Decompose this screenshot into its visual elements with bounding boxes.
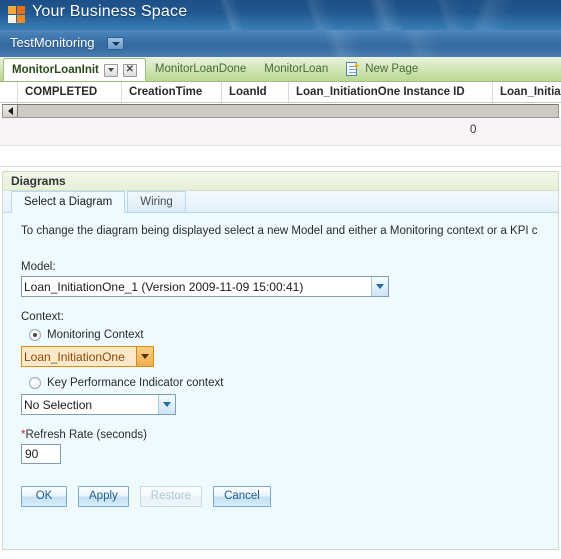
page-tab-label: New Page: [365, 63, 419, 75]
ok-button[interactable]: OK: [21, 486, 67, 507]
kpi-context-select[interactable]: No Selection: [21, 394, 176, 415]
scrollbar-track[interactable]: [18, 105, 558, 117]
table-header-row: COMPLETED CreationTime LoanId Loan_Initi…: [0, 82, 561, 103]
column-header-instance-id[interactable]: Loan_InitiationOne Instance ID: [289, 82, 493, 102]
radio-kpi-context-label: Key Performance Indicator context: [47, 377, 224, 389]
column-header-creationtime[interactable]: CreationTime: [122, 82, 222, 102]
portlet-title: Diagrams: [3, 172, 558, 191]
radio-monitoring-context[interactable]: [29, 329, 41, 341]
restore-button: Restore: [139, 486, 203, 507]
page-tab-new-page[interactable]: ✦ New Page: [337, 57, 427, 81]
space-bar: TestMonitoring: [0, 30, 561, 57]
app-banner: Your Business Space: [0, 0, 561, 30]
monitoring-context-radio-row[interactable]: Monitoring Context: [29, 329, 544, 341]
new-page-document-icon: ✦: [346, 61, 360, 77]
space-name-label: TestMonitoring: [10, 35, 95, 50]
portlet-tab-strip: Select a Diagram Wiring: [3, 191, 558, 213]
app-title: Your Business Space: [32, 3, 188, 20]
tab-wiring[interactable]: Wiring: [127, 191, 186, 212]
column-header-completed[interactable]: COMPLETED: [18, 82, 122, 102]
tab-menu-chevron-down-icon[interactable]: [103, 63, 118, 77]
portlet-body: To change the diagram being displayed se…: [3, 213, 558, 507]
kpi-context-select-wrapper: No Selection: [21, 394, 176, 415]
tab-label: Select a Diagram: [24, 196, 113, 208]
table-row-select-column-header: [0, 82, 18, 102]
table-footer: [0, 146, 561, 166]
monitoring-context-select-wrapper: Loan_InitiationOne: [21, 346, 154, 367]
diagrams-portlet: Diagrams Select a Diagram Wiring To chan…: [2, 171, 559, 550]
refresh-rate-label-text: Refresh Rate (seconds): [25, 429, 147, 441]
column-header-loanid[interactable]: LoanId: [222, 82, 289, 102]
refresh-rate-label: *Refresh Rate (seconds): [21, 429, 544, 441]
refresh-rate-input[interactable]: [21, 444, 61, 464]
tab-label: Wiring: [140, 196, 173, 208]
tab-close-icon[interactable]: ✕: [122, 63, 137, 77]
context-label: Context:: [21, 311, 64, 323]
radio-monitoring-context-label: Monitoring Context: [47, 329, 144, 341]
page-tab-label: MonitorLoanInit: [12, 64, 99, 76]
model-label: Model:: [21, 261, 56, 273]
kpi-context-radio-row[interactable]: Key Performance Indicator context: [29, 377, 544, 389]
page-tab-monitorloandone[interactable]: MonitorLoanDone: [146, 57, 255, 81]
monitoring-context-select[interactable]: Loan_InitiationOne: [21, 346, 154, 367]
portlet-description: To change the diagram being displayed se…: [21, 225, 538, 237]
page-tab-label: MonitorLoan: [264, 63, 329, 75]
apply-button[interactable]: Apply: [78, 486, 129, 507]
model-select-wrapper: Loan_InitiationOne_1 (Version 2009-11-09…: [21, 276, 389, 297]
tab-select-a-diagram[interactable]: Select a Diagram: [11, 191, 126, 213]
application-window: Your Business Space TestMonitoring Monit…: [0, 0, 561, 559]
instances-table: COMPLETED CreationTime LoanId Loan_Initi…: [0, 82, 561, 167]
scroll-left-arrow-icon[interactable]: [3, 105, 18, 117]
cancel-button[interactable]: Cancel: [213, 486, 271, 507]
portlet-button-row: OK Apply Restore Cancel: [21, 486, 544, 507]
four-square-logo-icon: [8, 6, 25, 23]
model-select[interactable]: Loan_InitiationOne_1 (Version 2009-11-09…: [21, 276, 389, 297]
column-header-loan-initiatio[interactable]: Loan_Initiatio: [493, 82, 561, 102]
page-tab-strip: MonitorLoanInit ✕ MonitorLoanDone Monito…: [0, 57, 561, 82]
table-row[interactable]: 0: [0, 118, 561, 146]
table-cell-value: 0: [470, 124, 477, 136]
page-tab-monitorloaninit[interactable]: MonitorLoanInit ✕: [3, 58, 146, 81]
space-menu-chevron-down-icon[interactable]: [107, 37, 124, 50]
page-tab-monitorloan[interactable]: MonitorLoan: [255, 57, 337, 81]
radio-kpi-context[interactable]: [29, 377, 41, 389]
table-horizontal-scrollbar[interactable]: [2, 104, 559, 118]
page-tab-label: MonitorLoanDone: [154, 63, 247, 75]
